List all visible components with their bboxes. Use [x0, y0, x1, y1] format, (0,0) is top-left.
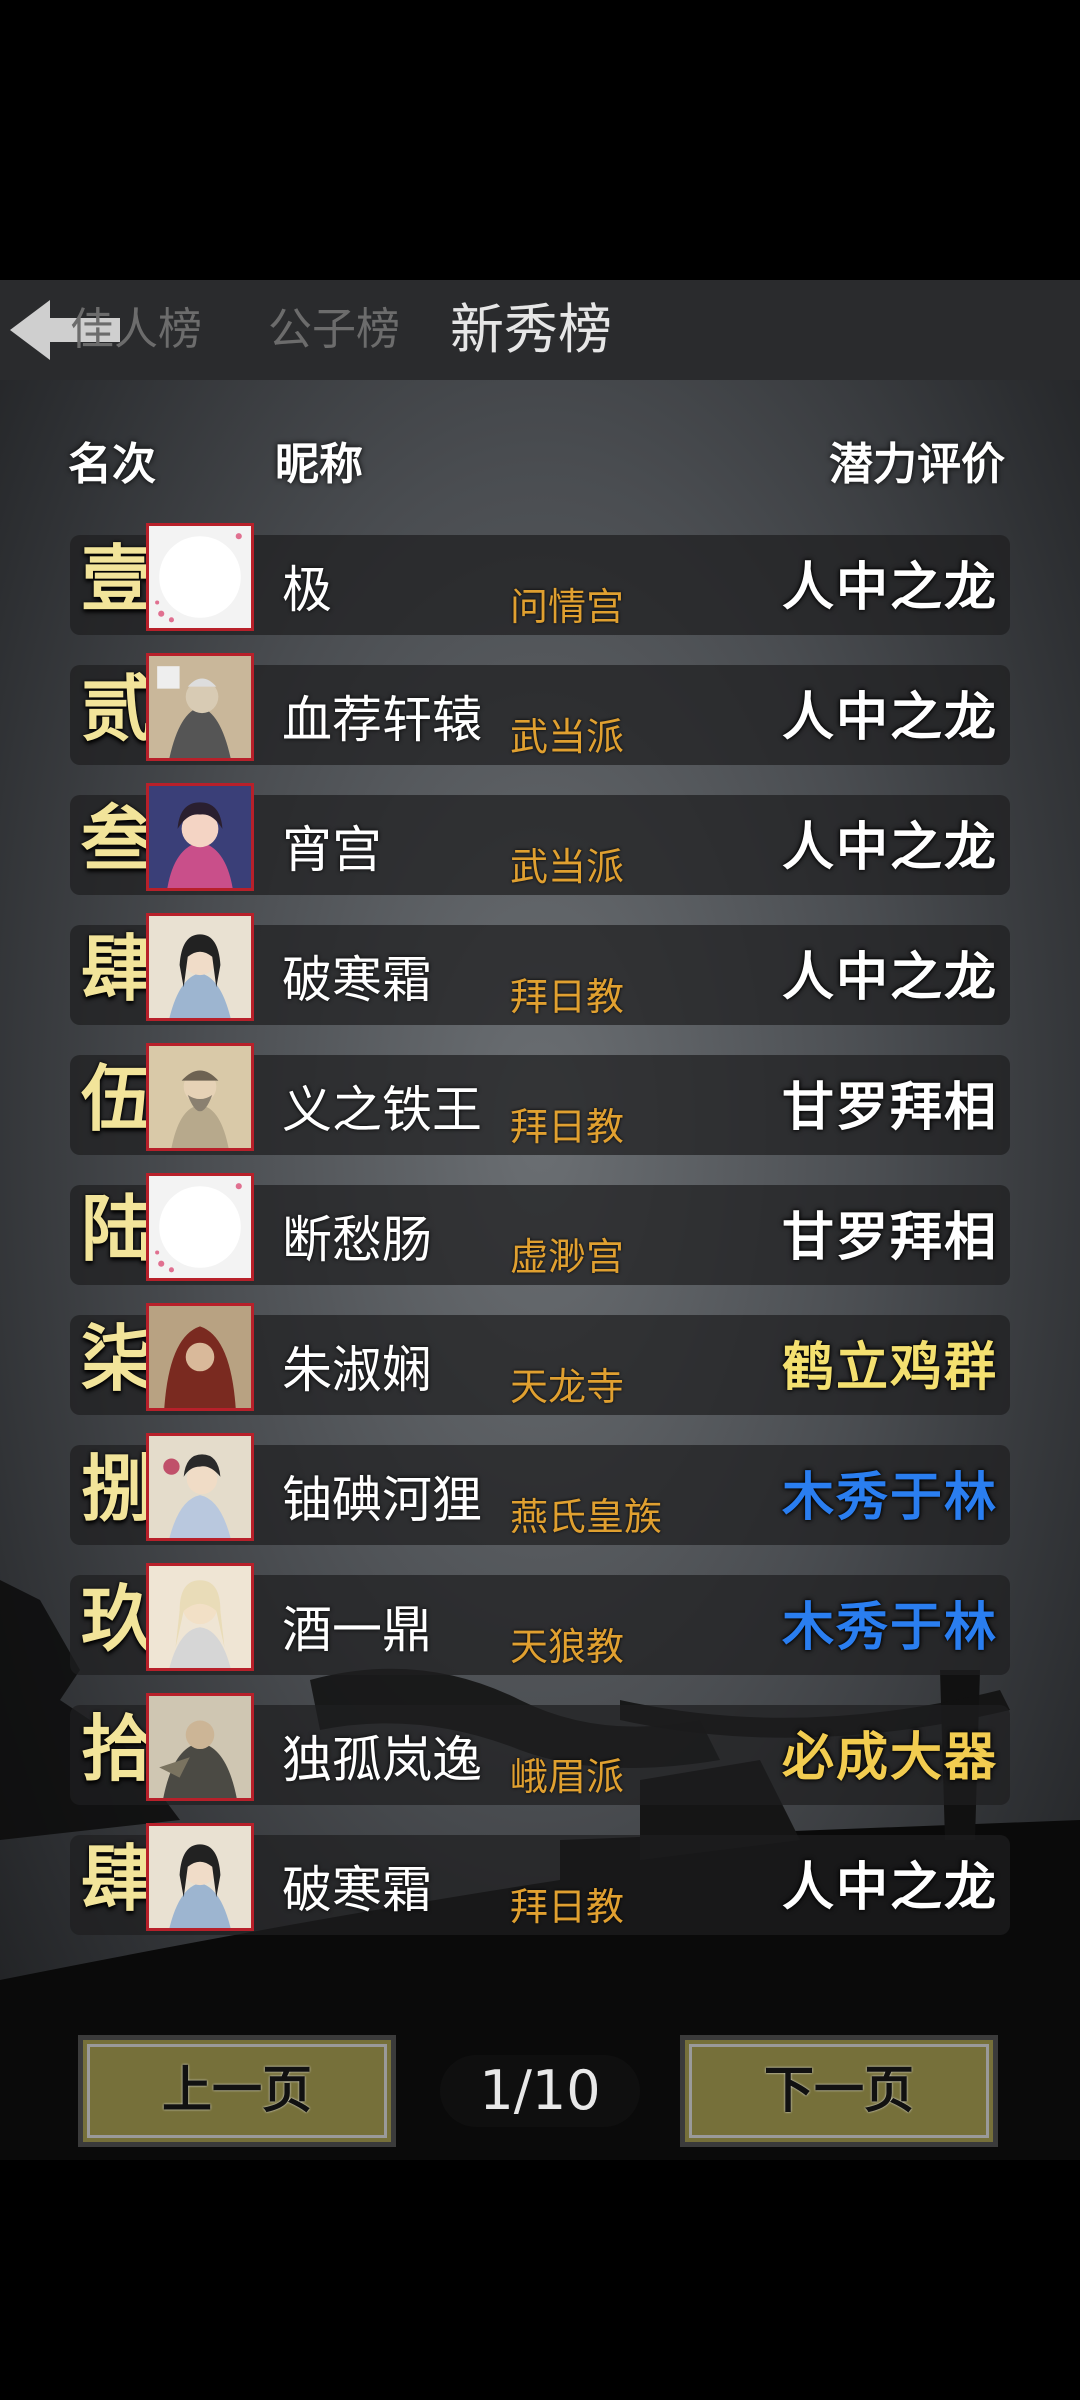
avatar-image	[149, 1826, 251, 1928]
potential-rating: 必成大器	[781, 1727, 998, 1788]
bearded-portrait[interactable]	[146, 1043, 254, 1151]
swordsman-portrait[interactable]	[146, 913, 254, 1021]
ranking-row[interactable]: 伍 义之铁王 拜日教 甘罗拜相	[70, 1043, 1010, 1155]
swordsman-portrait[interactable]	[146, 1823, 254, 1931]
player-nickname: 酒一鼎	[282, 1601, 432, 1659]
player-sect: 拜日教	[510, 975, 625, 1019]
hooded-portrait[interactable]	[146, 1303, 254, 1411]
player-nickname: 断愁肠	[282, 1211, 432, 1269]
potential-rating: 人中之龙	[781, 817, 998, 878]
player-nickname: 朱淑娴	[282, 1341, 432, 1399]
player-sect: 武当派	[510, 845, 625, 889]
player-sect: 天龙寺	[510, 1365, 625, 1409]
avatar-image	[149, 1566, 251, 1668]
potential-rating: 木秀于林	[781, 1467, 998, 1528]
avatar-image	[149, 916, 251, 1018]
player-sect: 燕氏皇族	[510, 1495, 663, 1539]
ranking-row[interactable]: 壹 极 问情宫 人中之龙	[70, 523, 1010, 635]
potential-rating: 人中之龙	[781, 1857, 998, 1918]
avatar-image	[149, 1176, 251, 1278]
previous-page-button[interactable]: 上一页	[78, 2035, 396, 2147]
ranking-row[interactable]: 拾 独孤岚逸 峨眉派 必成大器	[70, 1693, 1010, 1805]
tab-gentleman-ranking[interactable]: 公子榜	[268, 298, 400, 362]
potential-rating: 人中之龙	[781, 947, 998, 1008]
blank-portrait[interactable]	[146, 1173, 254, 1281]
player-sect: 峨眉派	[510, 1755, 625, 1799]
scholar-portrait[interactable]	[146, 1433, 254, 1541]
warrior-portrait[interactable]	[146, 1693, 254, 1801]
ranking-row[interactable]: 叁 宵宫 武当派 人中之龙	[70, 783, 1010, 895]
player-nickname: 极	[282, 561, 332, 619]
header-nickname: 昵称	[275, 439, 363, 490]
player-nickname: 独孤岚逸	[282, 1731, 482, 1789]
header-rank: 名次	[68, 439, 156, 490]
potential-rating: 人中之龙	[781, 557, 998, 618]
ranking-row[interactable]: 肆 破寒霜 拜日教 人中之龙	[70, 913, 1010, 1025]
ranking-row[interactable]: 肆 破寒霜 拜日教 人中之龙	[70, 1823, 1010, 1935]
potential-rating: 鹤立鸡群	[781, 1337, 998, 1398]
potential-rating: 甘罗拜相	[781, 1077, 998, 1138]
monk-portrait[interactable]	[146, 1563, 254, 1671]
ranking-row[interactable]: 陆 断愁肠 虚渺宫 甘罗拜相	[70, 1173, 1010, 1285]
potential-rating: 人中之龙	[781, 687, 998, 748]
ranking-tab-bar: 佳人榜 公子榜 新秀榜	[0, 280, 1080, 380]
player-nickname: 宵宫	[282, 821, 382, 879]
ranking-row[interactable]: 贰 血荐轩辕 武当派 人中之龙	[70, 653, 1010, 765]
ranking-row[interactable]: 柒 朱淑娴 天龙寺 鹤立鸡群	[70, 1303, 1010, 1415]
player-nickname: 破寒霜	[282, 1861, 432, 1919]
header-potential-rating: 潜力评价	[829, 439, 1005, 490]
avatar-image	[149, 1436, 251, 1538]
avatar-image	[149, 786, 251, 888]
elder-portrait[interactable]	[146, 653, 254, 761]
avatar-image	[149, 656, 251, 758]
player-nickname: 铀碘河狸	[282, 1471, 482, 1529]
player-sect: 拜日教	[510, 1885, 625, 1929]
page-indicator: 1/10	[440, 2055, 640, 2127]
potential-rating: 木秀于林	[781, 1597, 998, 1658]
avatar-image	[149, 1306, 251, 1408]
player-nickname: 破寒霜	[282, 951, 432, 1009]
next-page-button[interactable]: 下一页	[680, 2035, 998, 2147]
ranking-row[interactable]: 捌 铀碘河狸 燕氏皇族 木秀于林	[70, 1433, 1010, 1545]
ranking-screen: 佳人榜 公子榜 新秀榜 名次 昵称 潜力评价 壹 极 问情宫 人中之龙 贰 血荐…	[0, 280, 1080, 2160]
avatar-image	[149, 1046, 251, 1148]
ranking-row[interactable]: 玖 酒一鼎 天狼教 木秀于林	[70, 1563, 1010, 1675]
player-nickname: 血荐轩辕	[282, 691, 482, 749]
player-sect: 拜日教	[510, 1105, 625, 1149]
girl-portrait[interactable]	[146, 783, 254, 891]
avatar-image	[149, 1696, 251, 1798]
player-sect: 武当派	[510, 715, 625, 759]
potential-rating: 甘罗拜相	[781, 1207, 998, 1268]
tab-beauty-ranking[interactable]: 佳人榜	[70, 298, 202, 362]
tab-newcomer-ranking[interactable]: 新秀榜	[450, 298, 612, 362]
player-sect: 天狼教	[510, 1625, 625, 1669]
player-nickname: 义之铁王	[282, 1081, 482, 1139]
avatar-image	[149, 526, 251, 628]
player-sect: 问情宫	[510, 585, 625, 629]
blank-portrait[interactable]	[146, 523, 254, 631]
player-sect: 虚渺宫	[510, 1235, 625, 1279]
